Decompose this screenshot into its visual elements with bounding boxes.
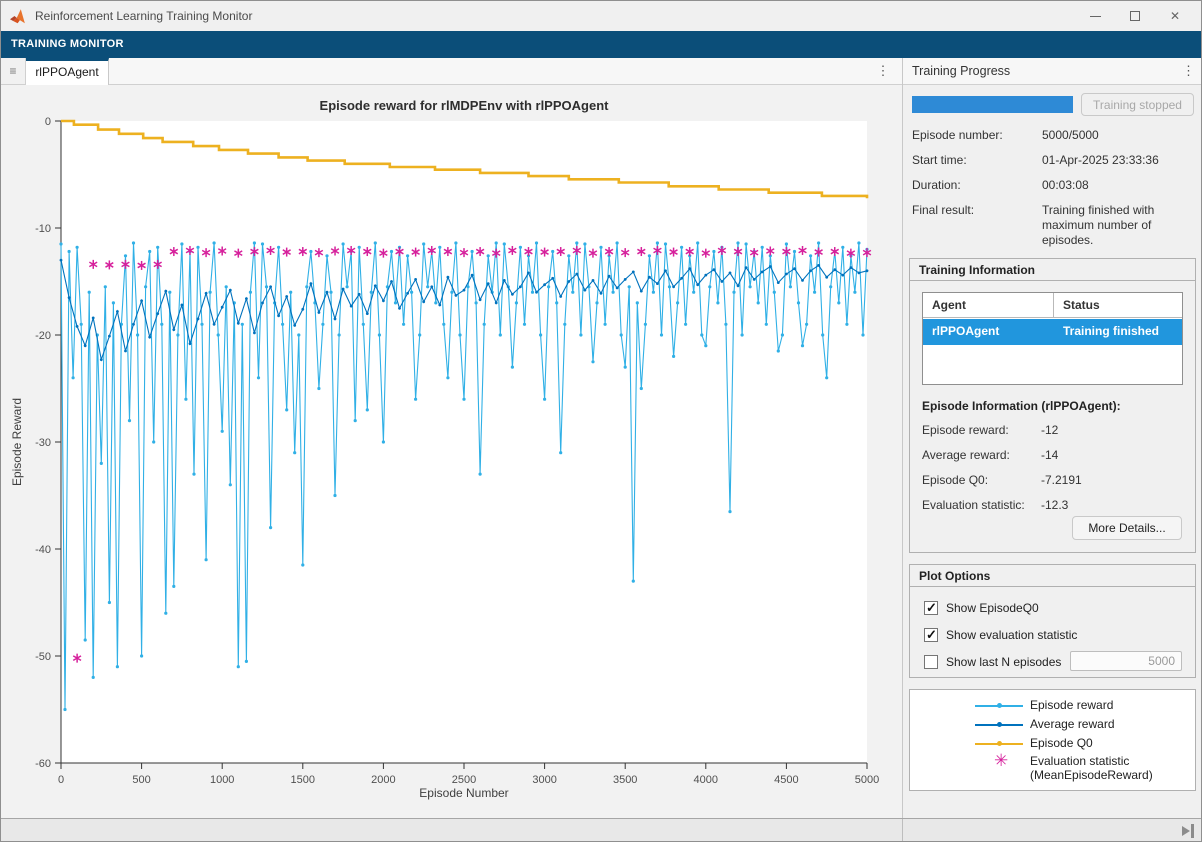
plot-options-title: Plot Options — [910, 565, 1195, 587]
legend-episode-reward: Episode reward — [910, 698, 1195, 714]
average-reward-line-swatch — [975, 724, 1023, 726]
panel-title: Training Progress — [912, 64, 1010, 78]
app-window: Reinforcement Learning Training Monitor … — [0, 0, 1202, 842]
maximize-button[interactable] — [1115, 1, 1155, 31]
maximize-icon — [1130, 11, 1140, 21]
document-tab-strip: ≡ rlPPOAgent ⋮ — [1, 58, 902, 85]
episode-reward-chart: 0 500 1000 1500 2000 2500 3000 3500 4000 4500 5000… — [1, 85, 902, 818]
svg-text:0: 0 — [58, 774, 64, 786]
window-title: Reinforcement Learning Training Monitor — [35, 9, 252, 23]
chart-panel: 0 500 1000 1500 2000 2500 3000 3500 4000 4500 5000… — [1, 85, 902, 818]
legend-evaluation-statistic: ✳ Evaluation statistic (MeanEpisodeRewar… — [910, 754, 1195, 770]
svg-text:Episode Reward: Episode Reward — [10, 398, 24, 486]
bottom-scrollbar[interactable] — [1, 818, 1202, 842]
svg-text:Episode reward for rlMDPEnv wi: Episode reward for rlMDPEnv with rlPPOAg… — [320, 98, 610, 113]
svg-text:3000: 3000 — [532, 774, 556, 786]
close-icon: ✕ — [1170, 9, 1180, 23]
svg-text:4500: 4500 — [774, 774, 798, 786]
svg-text:3500: 3500 — [613, 774, 637, 786]
svg-text:-50: -50 — [35, 651, 51, 663]
panel-header: Training Progress ⋮ — [903, 58, 1202, 85]
training-progress-bar — [912, 96, 1073, 113]
svg-text:-10: -10 — [35, 223, 51, 235]
svg-text:0: 0 — [45, 116, 51, 128]
svg-text:-60: -60 — [35, 758, 51, 770]
chart-legend: Episode reward Average reward Episode Q0… — [909, 689, 1196, 791]
svg-text:-30: -30 — [35, 437, 51, 449]
tab-options-kebab-icon[interactable]: ⋮ — [873, 58, 893, 84]
ribbon-toolstrip: TRAINING MONITOR — [1, 31, 1201, 58]
more-details-button[interactable]: More Details... — [1072, 516, 1182, 540]
episode-q0-line-swatch — [975, 743, 1023, 745]
bottom-bar-divider — [902, 819, 903, 842]
matlab-logo-icon — [10, 8, 28, 25]
show-episodeq0-checkbox[interactable] — [924, 601, 938, 615]
close-button[interactable]: ✕ — [1155, 1, 1195, 31]
panel-kebab-icon[interactable]: ⋮ — [1182, 63, 1195, 79]
tab-list-icon[interactable]: ≡ — [1, 58, 26, 84]
plot-options-section: Plot Options Show EpisodeQ0 Show evaluat… — [909, 564, 1196, 678]
minimize-button[interactable] — [1075, 1, 1115, 31]
title-bar: Reinforcement Learning Training Monitor … — [1, 1, 1201, 31]
evaluation-statistic-asterisk-icon: ✳ — [994, 751, 1008, 771]
svg-text:5000: 5000 — [855, 774, 879, 786]
last-n-episodes-input[interactable] — [1070, 651, 1182, 671]
svg-text:1500: 1500 — [291, 774, 315, 786]
svg-text:2500: 2500 — [452, 774, 476, 786]
show-last-n-episodes-checkbox[interactable] — [924, 655, 938, 669]
agent-status-table: Agent Status rlPPOAgent Training finishe… — [922, 292, 1183, 385]
tab-rlppoagent[interactable]: rlPPOAgent — [26, 58, 109, 85]
minimize-icon — [1090, 16, 1101, 17]
svg-text:1000: 1000 — [210, 774, 234, 786]
episode-reward-line-swatch — [975, 705, 1023, 707]
svg-text:4000: 4000 — [694, 774, 718, 786]
legend-episode-q0: Episode Q0 — [910, 736, 1195, 752]
svg-text:500: 500 — [132, 774, 150, 786]
table-header-row: Agent Status — [923, 293, 1182, 318]
training-information-title: Training Information — [910, 259, 1195, 281]
training-progress-panel: Training Progress ⋮ Training stopped Epi… — [902, 58, 1202, 818]
svg-text:Episode Number: Episode Number — [419, 786, 508, 800]
svg-text:-20: -20 — [35, 330, 51, 342]
training-stopped-button[interactable]: Training stopped — [1081, 93, 1194, 116]
svg-text:2000: 2000 — [371, 774, 395, 786]
training-information-section: Training Information Agent Status rlPPOA… — [909, 258, 1196, 553]
table-row-rlppoagent[interactable]: rlPPOAgent Training finished — [923, 319, 1182, 345]
show-evaluation-statistic-checkbox[interactable] — [924, 628, 938, 642]
episode-information-title: Episode Information (rlPPOAgent): — [922, 399, 1121, 413]
skip-to-end-icon[interactable] — [1182, 824, 1196, 838]
ribbon-tab-training-monitor[interactable]: TRAINING MONITOR — [1, 31, 134, 58]
legend-average-reward: Average reward — [910, 717, 1195, 733]
svg-text:-40: -40 — [35, 544, 51, 556]
